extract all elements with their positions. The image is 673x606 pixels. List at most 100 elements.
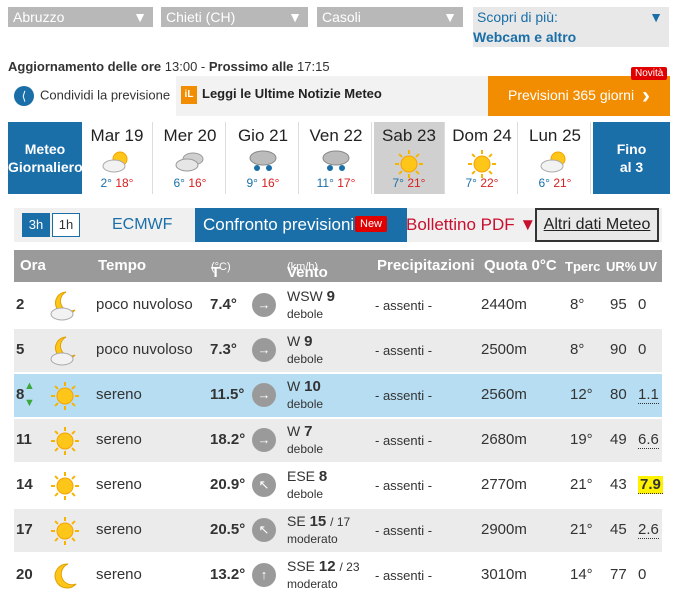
sun-icon: [48, 470, 82, 502]
update-info: Aggiornamento delle ore 13:00 - Prossimo…: [8, 59, 330, 74]
wind-speed: 10: [304, 378, 321, 395]
row-uv: 1.1: [638, 386, 659, 404]
row-wind: W 9 debole: [287, 333, 323, 367]
town-select-value: Casoli: [322, 9, 361, 25]
row-uv: 6.6: [638, 431, 659, 449]
wind-dir: W: [287, 333, 301, 349]
day-temps: 11° 17°: [301, 176, 371, 190]
wind-dir: SE: [287, 513, 306, 529]
wind-dir: SSE: [287, 558, 316, 574]
col-vento-label: Vento: [287, 264, 328, 281]
row-wind: W 10 debole: [287, 378, 323, 412]
day-name: Sab 23: [382, 126, 436, 145]
more-weather-data-button[interactable]: Altri dati Meteo: [535, 208, 659, 242]
row-hour: 8: [16, 386, 25, 403]
row-quota: 2770m: [481, 476, 527, 493]
news-label: Leggi le Ultime Notizie Meteo: [202, 86, 382, 101]
row-precip: - assenti -: [375, 478, 433, 493]
table-row[interactable]: 2 poco nuvoloso 7.4° → WSW 9 debole - as…: [14, 284, 662, 328]
row-ur: 90: [610, 341, 627, 358]
wind-dir: ESE: [287, 468, 316, 484]
region-select[interactable]: Abruzzo ▼: [8, 7, 153, 27]
day-temps: 6° 16°: [155, 176, 225, 190]
table-row[interactable]: ▲ ▼ 8 sereno 11.5° → W 10 debole - assent…: [14, 374, 662, 418]
day-tab[interactable]: Mer 20 6° 16°: [155, 122, 226, 194]
row-desc: sereno: [96, 476, 142, 493]
row-tperc: 19°: [570, 431, 593, 448]
day-min-temp: 6°: [173, 176, 185, 190]
day-max-temp: 17°: [337, 176, 356, 190]
expand-arrows-icon[interactable]: ▲ ▼: [24, 378, 35, 412]
wind-quality: debole: [287, 397, 324, 411]
col-temp-label: T: [211, 264, 221, 281]
row-precip: - assenti -: [375, 523, 433, 538]
sun-icon: [447, 148, 517, 178]
moon-cloud-icon: [48, 335, 82, 367]
wind-speed: 15: [309, 513, 327, 530]
daily-label-2: Giornaliero: [8, 159, 83, 175]
table-row[interactable]: 14 sereno 20.9° ↖ ESE 8 debole - assenti…: [14, 464, 663, 508]
compare-label: Confronto previsioni: [203, 215, 355, 234]
town-select[interactable]: Casoli ▼: [317, 7, 463, 27]
day-tab[interactable]: Mar 19 2° 18°: [82, 122, 153, 194]
wind-gust: / 23: [339, 560, 360, 574]
province-select[interactable]: Chieti (CH) ▼: [161, 7, 308, 27]
model-link[interactable]: ECMWF: [112, 216, 172, 234]
new-badge: New: [355, 216, 388, 232]
row-wind: W 7 debole: [287, 423, 323, 457]
sun-icon: [48, 425, 82, 457]
row-tperc: 21°: [570, 476, 593, 493]
bulletin-pdf-button[interactable]: Bollettino PDF ▼: [406, 215, 536, 235]
day-tab[interactable]: Ven 22 11° 17°: [301, 122, 372, 194]
row-quota: 2680m: [481, 431, 527, 448]
discover-more-dropdown[interactable]: Scopri di più: ▼ Webcam e altro: [473, 7, 669, 47]
row-tperc: 12°: [570, 386, 593, 403]
day-name: Dom 24: [452, 126, 512, 145]
day-tab[interactable]: Dom 24 7° 22°: [447, 122, 518, 194]
sun-icon: [374, 148, 444, 178]
row-temp: 13.2°: [210, 566, 246, 583]
compare-forecasts-button[interactable]: Confronto previsioni New: [195, 208, 407, 242]
forecast-365-button[interactable]: Previsioni 365 giorni ›: [488, 76, 670, 116]
update-sep: -: [197, 59, 209, 74]
row-quota: 2440m: [481, 296, 527, 313]
row-hour: 5: [16, 341, 25, 358]
day-tab[interactable]: Gio 21 9° 16°: [228, 122, 299, 194]
moon-icon: [48, 560, 82, 592]
sun-icon: [48, 380, 82, 412]
partly-cloudy-icon: [82, 148, 152, 174]
row-ur: 77: [610, 566, 627, 583]
day-tab[interactable]: Lun 25 6° 21°: [520, 122, 591, 194]
discover-label: Scopri di più:: [477, 9, 558, 25]
table-row[interactable]: 5 poco nuvoloso 7.3° → W 9 debole - asse…: [14, 329, 662, 373]
wind-arrow-icon: ↑: [252, 563, 276, 587]
day-min-temp: 11°: [316, 176, 334, 190]
row-hour: 14: [16, 476, 33, 493]
table-header: Ora Tempo T (°C) Vento (km/h) Precipitaz…: [14, 250, 662, 282]
row-precip: - assenti -: [375, 433, 433, 448]
col-quota: Quota 0°C: [484, 257, 557, 274]
wind-speed: 9: [326, 288, 335, 305]
partly-cloudy-icon: [520, 148, 590, 174]
row-precip: - assenti -: [375, 343, 433, 358]
news-link[interactable]: iL Leggi le Ultime Notizie Meteo: [176, 76, 488, 116]
daily-forecast-button[interactable]: Meteo Giornaliero: [8, 122, 83, 194]
table-row[interactable]: 17 sereno 20.5° ↖ SE 15 / 17 moderato - …: [14, 509, 662, 553]
day-max-temp: 16°: [188, 176, 207, 190]
col-tempo: Tempo: [98, 257, 147, 274]
chevron-down-icon: ▼: [443, 9, 457, 25]
day-tab[interactable]: Sab 23 7° 21°: [374, 122, 445, 194]
row-hour: 2: [16, 296, 25, 313]
sun-icon: [48, 515, 82, 547]
row-tperc: 8°: [570, 296, 585, 313]
until-button[interactable]: Fino al 3: [593, 122, 670, 194]
cloud-rain-icon: [228, 148, 298, 174]
wind-arrow-icon: →: [252, 383, 276, 407]
table-row[interactable]: 11 sereno 18.2° → W 7 debole - assenti -…: [14, 419, 662, 463]
novita-badge: Novità: [631, 67, 668, 80]
table-row[interactable]: 20 sereno 13.2° ↑ SSE 12 / 23 moderato -…: [14, 554, 662, 598]
webcam-link[interactable]: Webcam e altro: [473, 29, 576, 45]
toggle-1h[interactable]: 1h: [52, 213, 80, 237]
share-button[interactable]: ⟨ Condividi la previsione: [14, 86, 170, 106]
toggle-3h[interactable]: 3h: [22, 213, 50, 237]
